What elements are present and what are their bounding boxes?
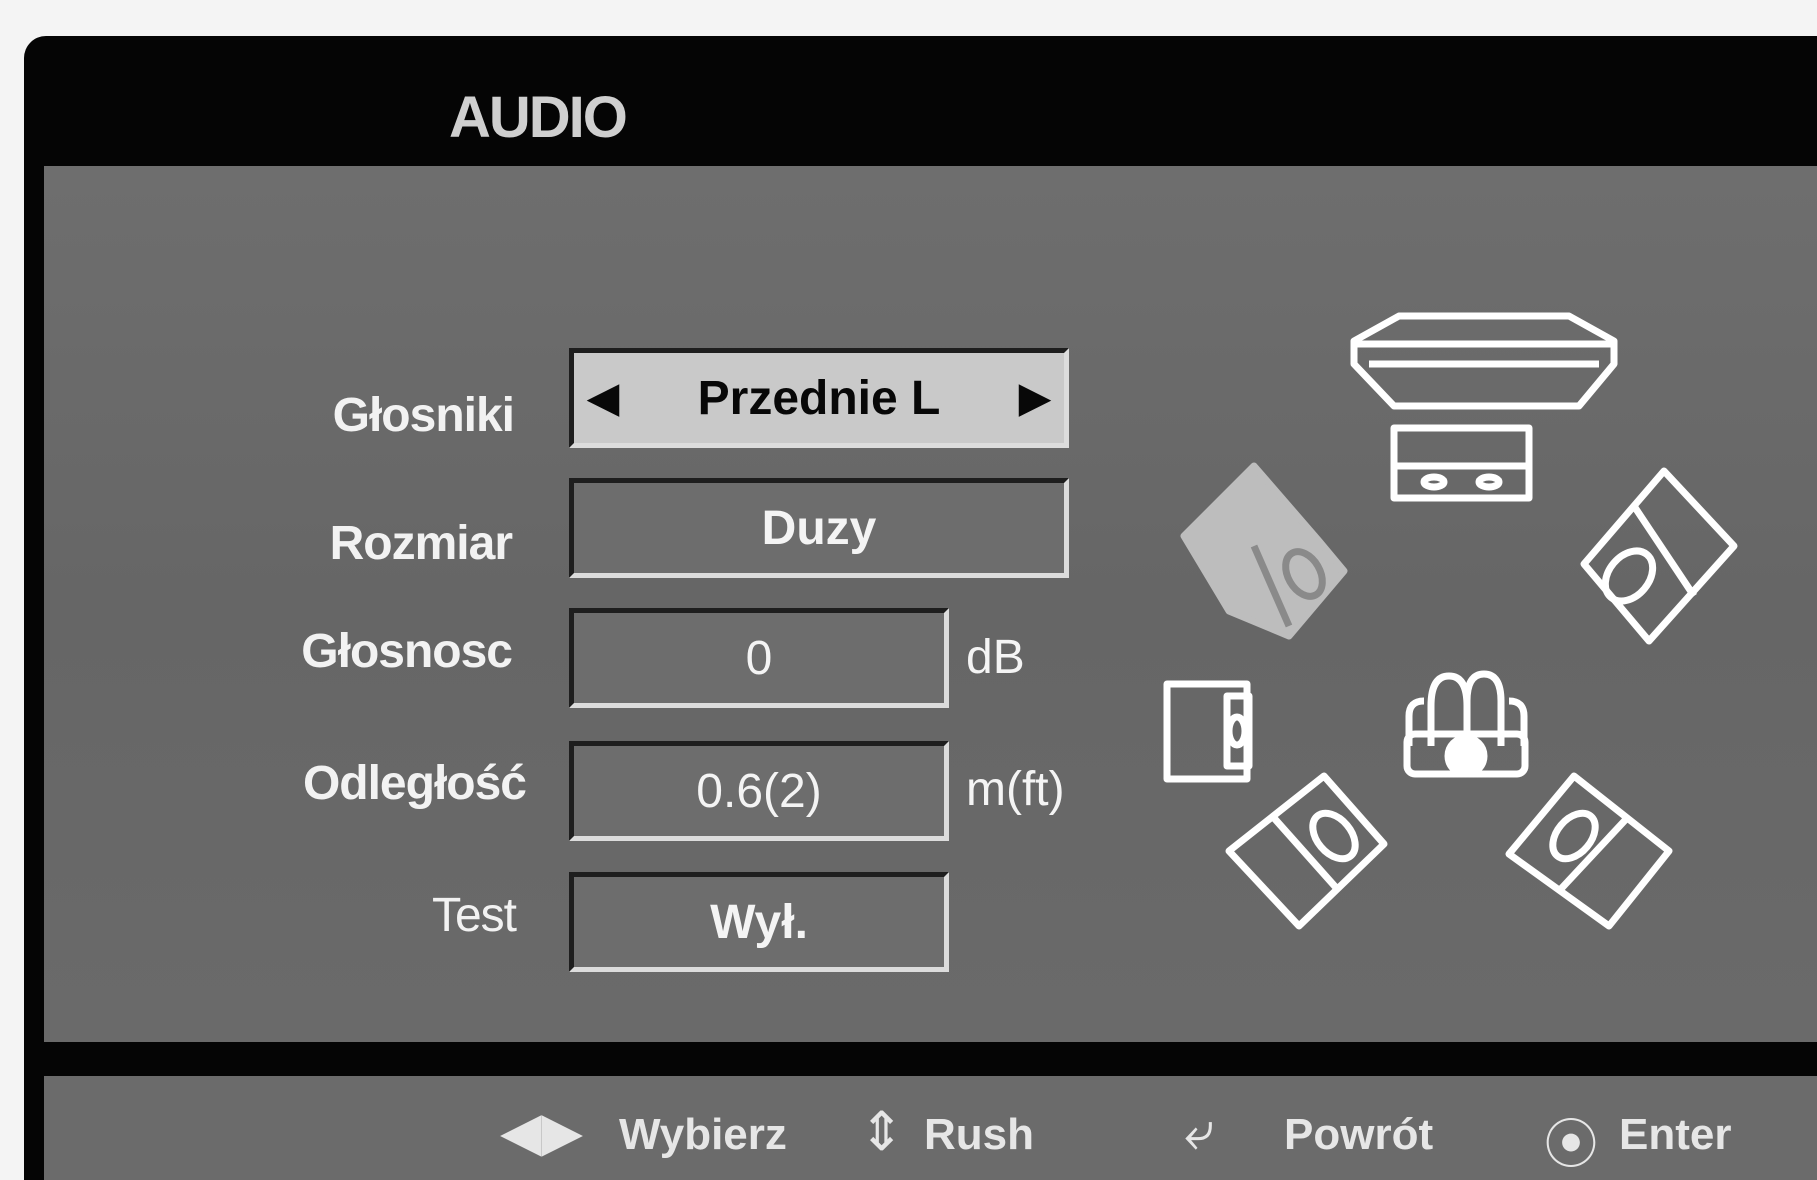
enter-hint: Enter xyxy=(1619,1110,1732,1159)
volume-unit: dB xyxy=(966,631,1025,684)
speaker-layout-diagram xyxy=(1163,312,1738,930)
settings-panel: Głosniki ◀ Przednie L ▶ Rozmiar Duzy Gło… xyxy=(44,166,1817,1042)
return-icon: ⤶ xyxy=(1184,1101,1215,1161)
distance-field[interactable]: 0.6(2) xyxy=(569,741,949,841)
listener-icon xyxy=(1403,670,1529,778)
move-hint: Rush xyxy=(924,1110,1034,1159)
volume-label: Głosnosc xyxy=(301,625,513,678)
tv-icon xyxy=(1350,312,1618,410)
distance-unit: m(ft) xyxy=(966,763,1065,816)
front-right-speaker-icon xyxy=(1580,467,1738,645)
front-left-speaker-icon xyxy=(1180,462,1348,640)
return-hint: Powrót xyxy=(1284,1110,1434,1159)
audio-menu-screen: AUDIO Głosniki ◀ Przednie L ▶ Rozmiar Du… xyxy=(24,36,1817,1180)
rear-right-speaker-icon xyxy=(1505,772,1673,930)
distance-label: Odległość xyxy=(302,757,527,810)
speakers-label: Głosniki xyxy=(332,389,515,442)
speakers-value: Przednie L xyxy=(697,371,941,425)
menu-title: AUDIO xyxy=(449,85,628,150)
size-field[interactable]: Duzy xyxy=(569,478,1069,578)
center-speaker-icon xyxy=(1390,424,1533,502)
speakers-selector[interactable]: ◀ Przednie L ▶ xyxy=(569,348,1069,448)
up-down-icon: ⇕ xyxy=(859,1102,905,1162)
subwoofer-icon xyxy=(1163,680,1253,783)
rear-left-speaker-icon xyxy=(1225,772,1388,930)
test-field[interactable]: Wył. xyxy=(569,872,949,972)
left-right-icon: ◀▶ xyxy=(500,1102,584,1162)
volume-field[interactable]: 0 xyxy=(569,608,949,708)
enter-icon: ⦿ xyxy=(1544,1115,1598,1175)
left-arrow-icon[interactable]: ◀ xyxy=(588,375,619,421)
footer-hint-bar: ◀▶ Wybierz ⇕ Rush ⤶ Powrót ⦿ Enter xyxy=(44,1076,1817,1180)
size-label: Rozmiar xyxy=(329,517,513,570)
right-arrow-icon[interactable]: ▶ xyxy=(1019,375,1050,421)
select-hint: Wybierz xyxy=(619,1110,787,1159)
test-label: Test xyxy=(431,889,517,942)
